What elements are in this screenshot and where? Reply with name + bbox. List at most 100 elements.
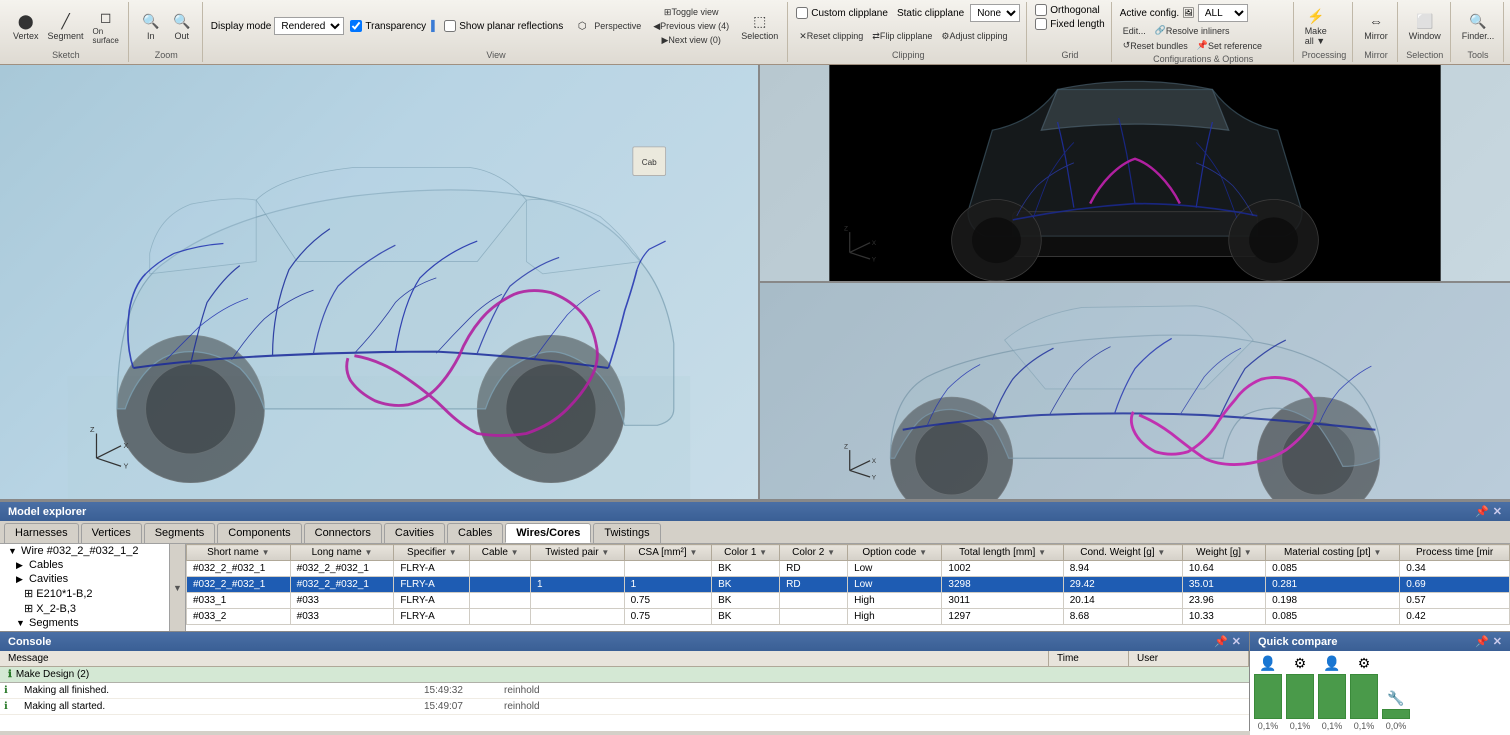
set-reference-button[interactable]: 📌 Set reference — [1194, 39, 1265, 52]
on-surface-button[interactable]: ◻ Onsurface — [90, 6, 122, 46]
console-row-time: 15:49:32 — [424, 685, 504, 696]
zoom-out-button[interactable]: 🔍 Out — [168, 10, 196, 42]
col-specifier[interactable]: Specifier ▼ — [394, 545, 470, 561]
toolbar-group-selection: ⬜ Window Selection — [1400, 2, 1451, 62]
resolve-inliners-button[interactable]: 🔗 Resolve inliners — [1152, 24, 1233, 37]
edit-button[interactable]: Edit... — [1120, 25, 1149, 37]
tree-segments-expand: ▼ — [16, 618, 26, 628]
zoom-in-button[interactable]: 🔍 In — [137, 10, 165, 42]
qc-close[interactable]: ✕ — [1493, 635, 1502, 648]
flip-clipplane-button[interactable]: ⇄ Flip clipplane — [869, 30, 935, 43]
static-clipplane-select[interactable]: None — [970, 4, 1020, 22]
table-cell-total_length: 3298 — [942, 577, 1063, 593]
col-long-name[interactable]: Long name ▼ — [290, 545, 394, 561]
segment-button[interactable]: ╱ Segment — [45, 10, 87, 42]
tab-harnesses[interactable]: Harnesses — [4, 523, 79, 543]
col-color2[interactable]: Color 2 ▼ — [780, 545, 848, 561]
orthogonal-checkbox[interactable] — [1035, 4, 1047, 16]
tab-vertices[interactable]: Vertices — [81, 523, 142, 543]
tree-item-segments[interactable]: ▼ Segments — [0, 616, 169, 630]
qc-pin[interactable]: 📌 — [1475, 635, 1489, 648]
viewport-left[interactable]: Cab X Y Z — [0, 65, 760, 499]
toolbar-group-mirror: ⇔ Mirror Mirror — [1355, 2, 1398, 62]
toggle-view-button[interactable]: ⊞ Toggle view — [650, 6, 732, 19]
fixed-length-checkbox[interactable] — [1035, 18, 1047, 30]
tab-wires-cores[interactable]: Wires/Cores — [505, 523, 591, 543]
resolve-inliners-label: Resolve inliners — [1166, 26, 1230, 36]
col-weight[interactable]: Weight [g] ▼ — [1182, 545, 1265, 561]
tree-item-x2[interactable]: ⊞ X_2-B,3 — [0, 601, 169, 616]
col-process-time[interactable]: Process time [mir — [1400, 545, 1510, 561]
table-row[interactable]: #032_2_#032_1#032_2_#032_1FLRY-ABKRDLow1… — [187, 561, 1510, 577]
finder-button[interactable]: 🔍 Finder... — [1459, 10, 1498, 42]
col-total-length[interactable]: Total length [mm] ▼ — [942, 545, 1063, 561]
tab-segments[interactable]: Segments — [144, 523, 216, 543]
table-cell-cable — [470, 577, 531, 593]
active-config-select[interactable]: ALL — [1198, 4, 1248, 22]
custom-clipplane-checkbox[interactable] — [796, 7, 808, 19]
col-color1[interactable]: Color 1 ▼ — [712, 545, 780, 561]
bottom-area: Model explorer 📌 ✕ Harnesses Vertices Se… — [0, 501, 1510, 731]
table-cell-long_name: #032_2_#032_1 — [290, 561, 394, 577]
reset-bundles-button[interactable]: ↺ Reset bundles — [1120, 39, 1191, 52]
tab-twistings[interactable]: Twistings — [593, 523, 660, 543]
perspective-label: Perspective — [594, 21, 641, 31]
tree-item-e210[interactable]: ⊞ E210*1-B,2 — [0, 586, 169, 601]
table-row[interactable]: #032_2_#032_1#032_2_#032_1FLRY-A11BKRDLo… — [187, 577, 1510, 593]
table-row[interactable]: #033_1#033FLRY-A0.75BKHigh301120.1423.96… — [187, 593, 1510, 609]
table-row[interactable]: #033_2#033FLRY-A0.75BKHigh12978.6810.330… — [187, 609, 1510, 625]
selection-button[interactable]: ⬚ Selection — [738, 10, 781, 42]
table-cell-cond_weight: 20.14 — [1063, 593, 1182, 609]
window-button[interactable]: ⬜ Window — [1406, 10, 1444, 42]
col-material-costing[interactable]: Material costing [pt] ▼ — [1266, 545, 1400, 561]
tab-connectors[interactable]: Connectors — [304, 523, 382, 543]
col-twisted-pair[interactable]: Twisted pair ▼ — [530, 545, 624, 561]
view-group-label: View — [211, 48, 781, 60]
zoom-out-label: Out — [175, 31, 190, 41]
next-view-button[interactable]: ▶ Next view (0) — [650, 34, 732, 47]
console-close[interactable]: ✕ — [1232, 635, 1241, 648]
display-mode-select[interactable]: Rendered — [274, 17, 344, 35]
tree-item-cables[interactable]: ▶ Cables — [0, 558, 169, 572]
mirror-button[interactable]: ⇔ Mirror — [1361, 10, 1391, 42]
col-csa[interactable]: CSA [mm²] ▼ — [624, 545, 712, 561]
qc-controls: 📌 ✕ — [1475, 635, 1502, 648]
configurations-group-label: Configurations & Options — [1120, 52, 1287, 64]
table-cell-option_code: Low — [848, 577, 942, 593]
vertex-button[interactable]: ⬤ Vertex — [10, 10, 42, 42]
col-cond-weight[interactable]: Cond. Weight [g] ▼ — [1063, 545, 1182, 561]
table-cell-color1: BK — [712, 577, 780, 593]
col-short-name[interactable]: Short name ▼ — [187, 545, 291, 561]
table-cell-twisted_pair — [530, 609, 624, 625]
reset-clipping-button[interactable]: ✕ Reset clipping — [796, 30, 866, 43]
viewport-top-right[interactable]: X Y Z — [760, 65, 1510, 283]
model-explorer-pin[interactable]: 📌 — [1475, 505, 1489, 518]
adjust-clipping-button[interactable]: ⚙ Adjust clipping — [938, 30, 1010, 43]
tab-cavities[interactable]: Cavities — [384, 523, 445, 543]
model-explorer-close[interactable]: ✕ — [1493, 505, 1502, 518]
console-controls: 📌 ✕ — [1214, 635, 1241, 648]
tree-scroll-down[interactable]: ▼ — [173, 583, 182, 593]
table-cell-color1: BK — [712, 609, 780, 625]
make-all-button[interactable]: ⚡ Makeall ▼ — [1302, 5, 1330, 47]
tree-item-cavities[interactable]: ▶ Cavities — [0, 572, 169, 586]
console-header: Console 📌 ✕ — [0, 632, 1249, 651]
perspective-button[interactable]: ⬡ Perspective — [569, 15, 644, 37]
zoom-group-label: Zoom — [137, 48, 196, 60]
model-explorer: Model explorer 📌 ✕ Harnesses Vertices Se… — [0, 501, 1510, 631]
viewport-bottom-right[interactable]: X Y Z — [760, 283, 1510, 499]
qc-bar-label: 0,1% — [1354, 721, 1375, 731]
transparency-checkbox[interactable] — [350, 20, 362, 32]
col-cable[interactable]: Cable ▼ — [470, 545, 531, 561]
data-table-container[interactable]: Short name ▼ Long name ▼ Specifier ▼ Cab… — [186, 544, 1510, 631]
tree-panel: ▼ Wire #032_2_#032_1_2 ▶ Cables ▶ Caviti… — [0, 544, 170, 631]
col-option-code[interactable]: Option code ▼ — [848, 545, 942, 561]
table-cell-process_time: 0.69 — [1400, 577, 1510, 593]
transparency-label: Transparency — [365, 21, 426, 32]
tab-cables[interactable]: Cables — [447, 523, 503, 543]
tree-item-wire[interactable]: ▼ Wire #032_2_#032_1_2 — [0, 544, 169, 558]
tab-components[interactable]: Components — [217, 523, 301, 543]
show-planar-checkbox[interactable] — [444, 20, 456, 32]
prev-view-button[interactable]: ◀ Previous view (4) — [650, 20, 732, 33]
console-pin[interactable]: 📌 — [1214, 635, 1228, 648]
